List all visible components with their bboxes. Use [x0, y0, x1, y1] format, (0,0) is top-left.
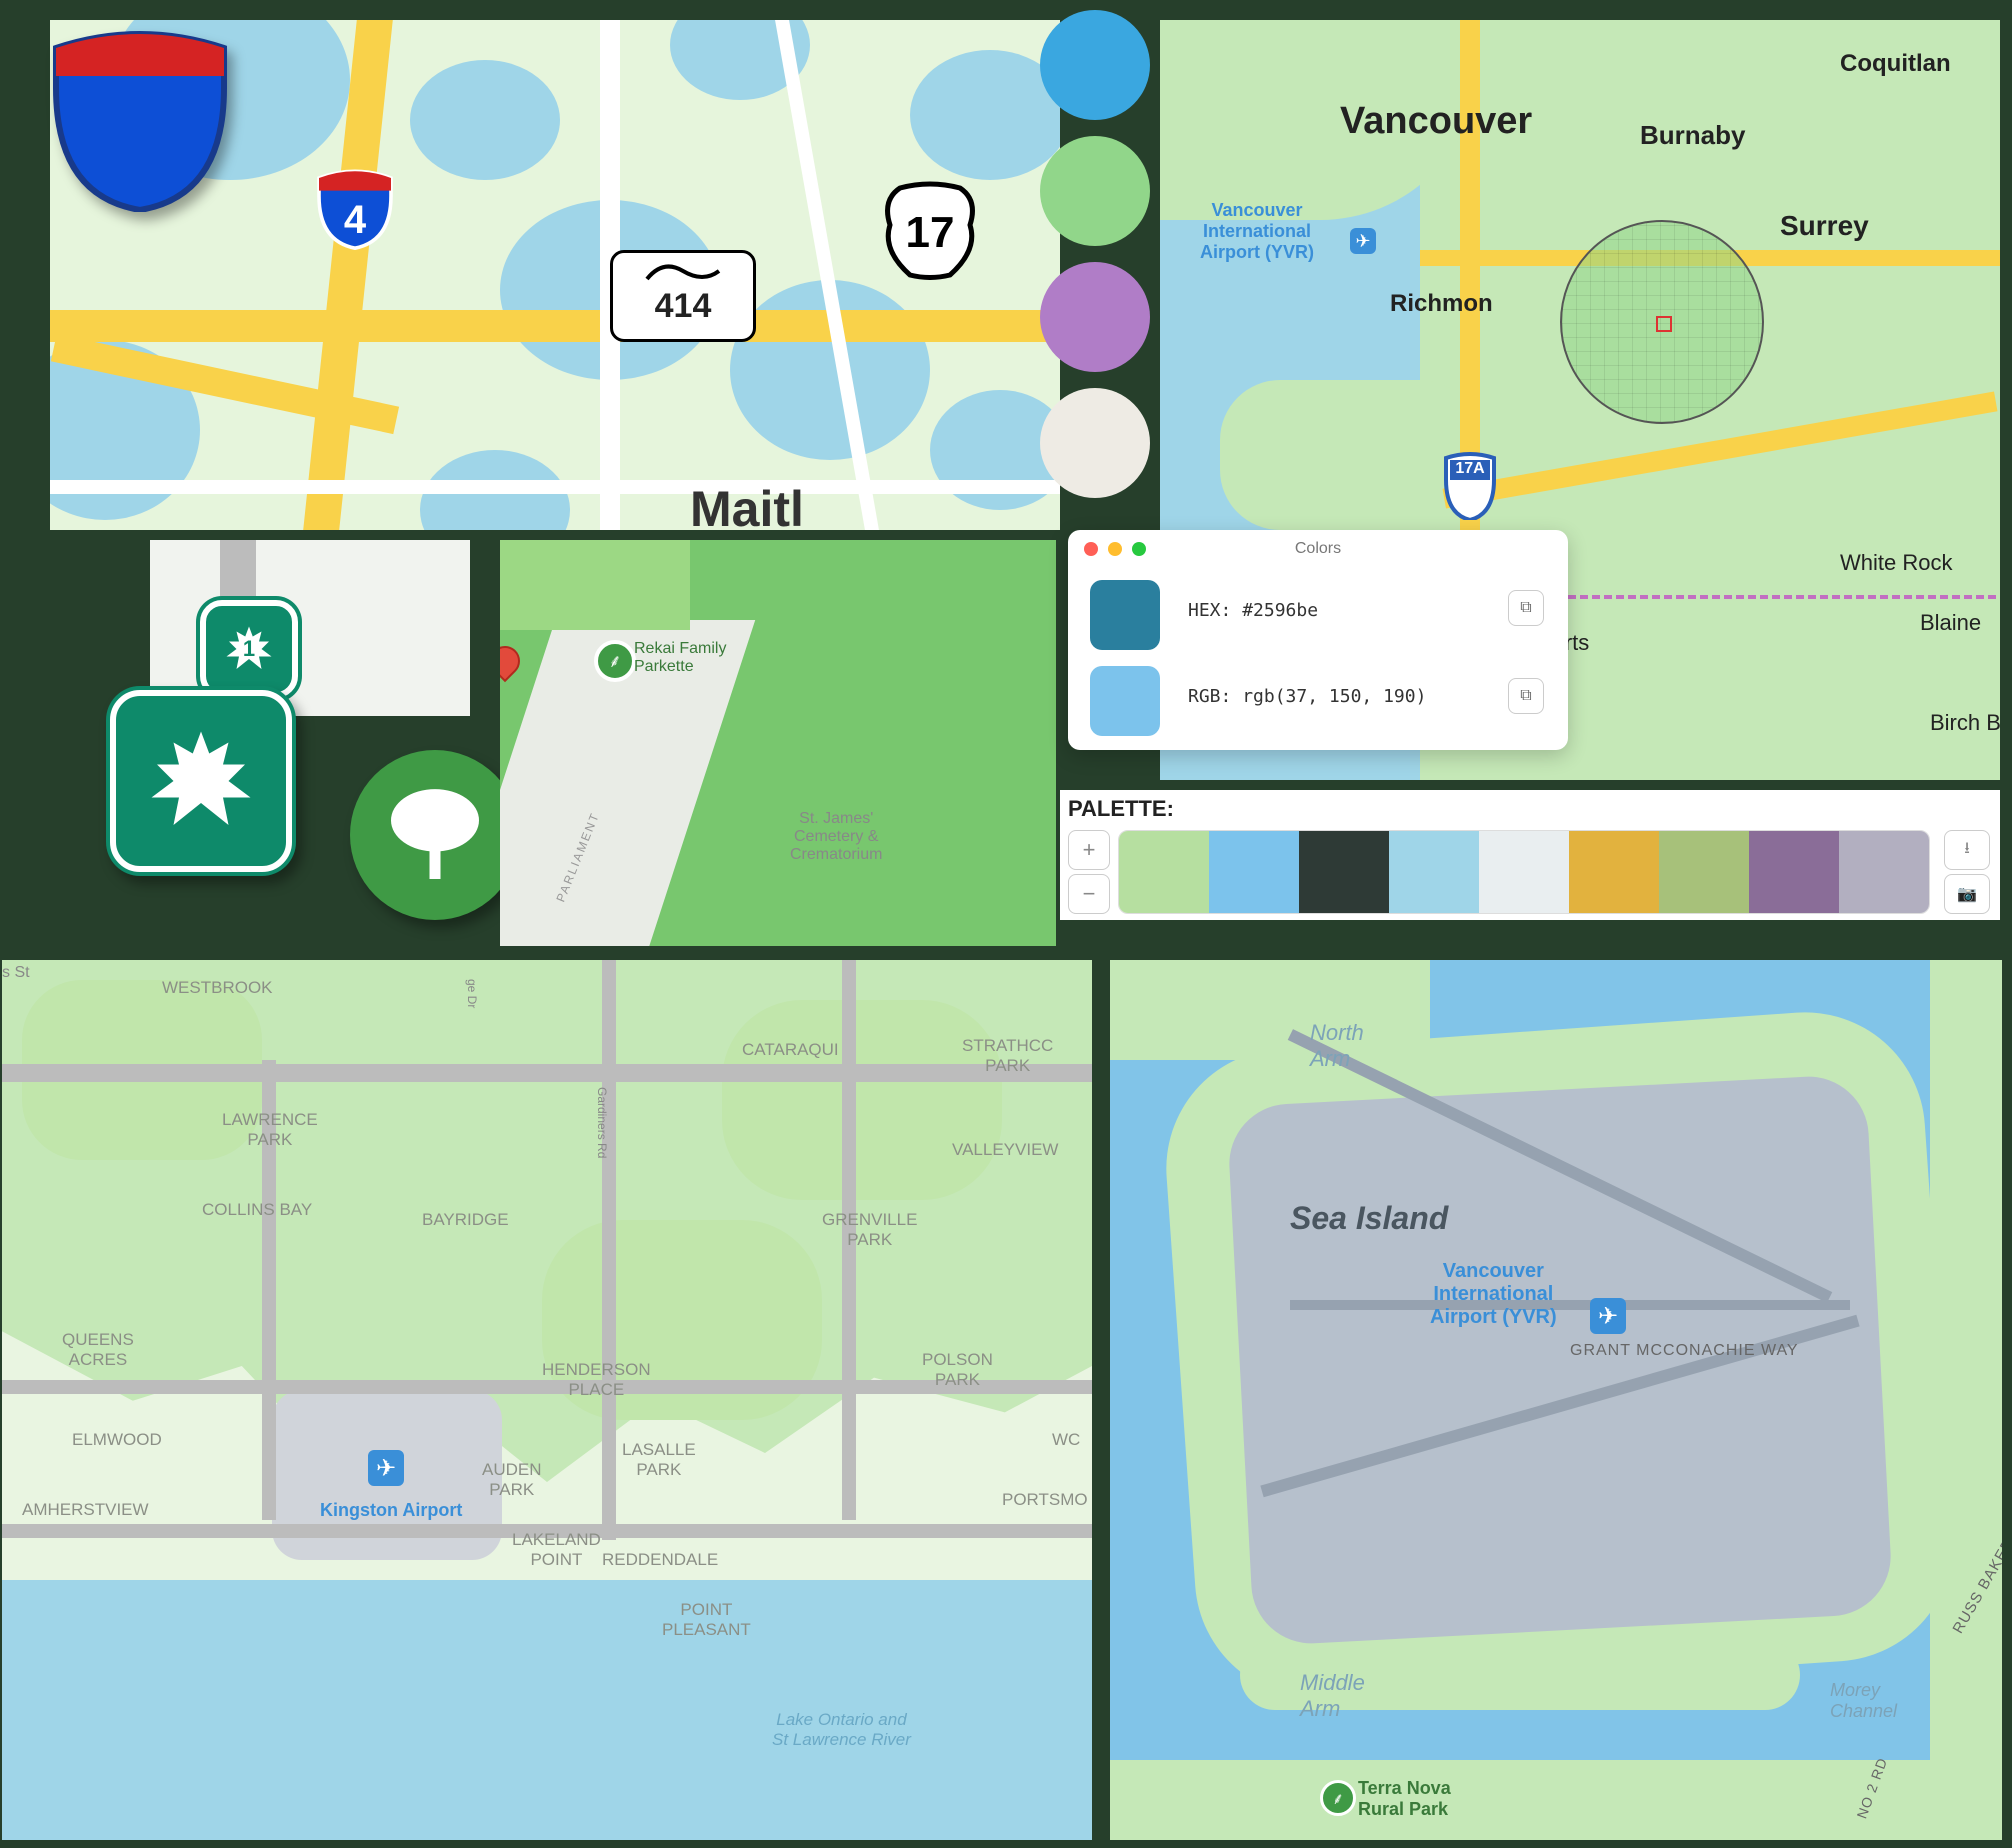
- palette-swatch[interactable]: [1119, 831, 1209, 913]
- palette-swatch[interactable]: [1569, 831, 1659, 913]
- airplane-icon: ✈: [1590, 1298, 1626, 1334]
- vancouver-title: Vancouver: [1340, 100, 1532, 143]
- label-surrey: Surrey: [1780, 210, 1869, 242]
- color-dot-green[interactable]: [1040, 136, 1150, 246]
- neighbourhood-label: WC: [1052, 1430, 1080, 1450]
- hex-value: #2596be: [1242, 600, 1318, 621]
- neighbourhood-label: VALLEYVIEW: [952, 1140, 1058, 1160]
- neighbourhood-label: COLLINS BAY: [202, 1200, 312, 1220]
- road-gardiners: Gardiners Rd: [595, 1087, 609, 1158]
- park-label: Rekai Family Parkette: [634, 640, 726, 676]
- road-ge-dr: ge Dr: [465, 979, 479, 1008]
- palette-swatch[interactable]: [1209, 831, 1299, 913]
- rgb-label: RGB:: [1188, 686, 1231, 707]
- palette-panel: PALETTE: + − ⭳ 📷: [1060, 790, 2000, 920]
- color-dot-cream[interactable]: [1040, 388, 1150, 498]
- neighbourhood-label: PORTSMO: [1002, 1490, 1088, 1510]
- radar-overlay: [1560, 220, 1764, 424]
- copy-hex-button[interactable]: ⧉: [1508, 590, 1544, 626]
- middle-arm-label: Middle Arm: [1300, 1670, 1365, 1722]
- hwy-17a-shield: 17A: [1440, 450, 1500, 520]
- yvr-label-2: Vancouver International Airport (YVR): [1430, 1260, 1557, 1329]
- palette-strip[interactable]: [1118, 830, 1930, 914]
- rgb-value: rgb(37, 150, 190): [1242, 686, 1426, 707]
- hwy-17a-number: 17A: [1440, 460, 1500, 478]
- map-sea-island[interactable]: North Arm Middle Arm Morey Channel Sea I…: [1110, 960, 2002, 1840]
- ontario-route-1-badge: 1: [200, 600, 298, 698]
- swatch-hex[interactable]: [1090, 580, 1160, 650]
- neighbourhood-label: AUDEN PARK: [482, 1460, 542, 1500]
- route-414-shield: 414: [610, 250, 756, 342]
- interstate-4-number: 4: [310, 198, 400, 243]
- palette-swatch[interactable]: [1749, 831, 1839, 913]
- palette-add-button[interactable]: +: [1068, 830, 1110, 870]
- label-blaine: Blaine: [1920, 610, 1981, 636]
- lake-label: Lake Ontario and St Lawrence River: [772, 1710, 911, 1750]
- neighbourhood-label: AMHERSTVIEW: [22, 1500, 149, 1520]
- park-pin-icon: ⸙: [594, 640, 636, 682]
- tree-icon: [350, 750, 520, 920]
- palette-swatch[interactable]: [1389, 831, 1479, 913]
- colors-window[interactable]: Colors HEX: #2596be ⧉ RGB: rgb(37, 150, …: [1068, 530, 1568, 750]
- neighbourhood-label: LASALLE PARK: [622, 1440, 696, 1480]
- label-yvr: Vancouver International Airport (YVR): [1200, 200, 1314, 263]
- palette-title: PALETTE:: [1068, 796, 1174, 822]
- route-17-number: 17: [880, 208, 980, 258]
- colors-window-title: Colors: [1068, 540, 1568, 558]
- palette-swatch[interactable]: [1659, 831, 1749, 913]
- kingston-airport-label: Kingston Airport: [320, 1500, 462, 1521]
- map-toronto-park[interactable]: ⸙ Rekai Family Parkette St. James' Cemet…: [500, 540, 1056, 946]
- label-whiterock: White Rock: [1840, 550, 1952, 576]
- label-richmond: Richmon: [1390, 290, 1493, 318]
- color-dot-purple[interactable]: [1040, 262, 1150, 372]
- palette-remove-button[interactable]: −: [1068, 874, 1110, 914]
- neighbourhood-label: POLSON PARK: [922, 1350, 993, 1390]
- copy-rgb-button[interactable]: ⧉: [1508, 678, 1544, 714]
- palette-swatch[interactable]: [1479, 831, 1569, 913]
- neighbourhood-label: LAKELAND POINT: [512, 1530, 601, 1570]
- neighbourhood-label: QUEENS ACRES: [62, 1330, 134, 1370]
- neighbourhood-label: BAYRIDGE: [422, 1210, 509, 1230]
- north-arm-label: North Arm: [1310, 1020, 1364, 1072]
- cemetery-label: St. James' Cemetery & Crematorium: [790, 810, 882, 864]
- airplane-icon: ✈: [368, 1450, 404, 1486]
- neighbourhood-label: POINT PLEASANT: [662, 1600, 751, 1640]
- label-coquitlan: Coquitlan: [1840, 50, 1951, 78]
- sea-island-title: Sea Island: [1290, 1200, 1448, 1237]
- neighbourhood-label: CATARAQUI: [742, 1040, 839, 1060]
- airplane-icon: ✈: [1350, 228, 1376, 254]
- interstate-shield-large: [40, 12, 240, 212]
- neighbourhood-label: REDDENDALE: [602, 1550, 718, 1570]
- neighbourhood-label: LAWRENCE PARK: [222, 1110, 318, 1150]
- neighbourhood-label: ELMWOOD: [72, 1430, 162, 1450]
- label-s-st: s St: [2, 964, 30, 982]
- road-grant: GRANT MCCONACHIE WAY: [1570, 1342, 1799, 1360]
- neighbourhood-label: WESTBROOK: [162, 978, 273, 998]
- park-pin-icon: ⸙: [1320, 1780, 1356, 1816]
- color-dot-blue[interactable]: [1040, 10, 1150, 120]
- city-label: Maitl: [690, 480, 804, 530]
- interstate-4-shield: 4: [310, 160, 400, 256]
- map-kingston[interactable]: ✈ Kingston Airport s St Gardiners Rd ge …: [2, 960, 1092, 1840]
- label-burnaby: Burnaby: [1640, 120, 1745, 151]
- palette-camera-button[interactable]: 📷: [1944, 874, 1990, 914]
- palette-swatch[interactable]: [1299, 831, 1389, 913]
- neighbourhood-label: GRENVILLE PARK: [822, 1210, 917, 1250]
- palette-swatch[interactable]: [1839, 831, 1929, 913]
- map-pin-red-icon: [500, 640, 526, 682]
- hex-label: HEX:: [1188, 600, 1231, 621]
- neighbourhood-label: HENDERSON PLACE: [542, 1360, 651, 1400]
- ontario-leaf-badge-large: [110, 690, 292, 872]
- terra-nova-label: Terra Nova Rural Park: [1358, 1778, 1451, 1820]
- palette-download-button[interactable]: ⭳: [1944, 830, 1990, 870]
- route-17-shield: 17: [880, 180, 980, 290]
- morey-label: Morey Channel: [1830, 1680, 1897, 1722]
- swatch-rgb[interactable]: [1090, 666, 1160, 736]
- ontario-route-1-number: 1: [243, 636, 255, 662]
- neighbourhood-label: STRATHCC PARK: [962, 1036, 1053, 1076]
- label-birch: Birch B: [1930, 710, 2000, 736]
